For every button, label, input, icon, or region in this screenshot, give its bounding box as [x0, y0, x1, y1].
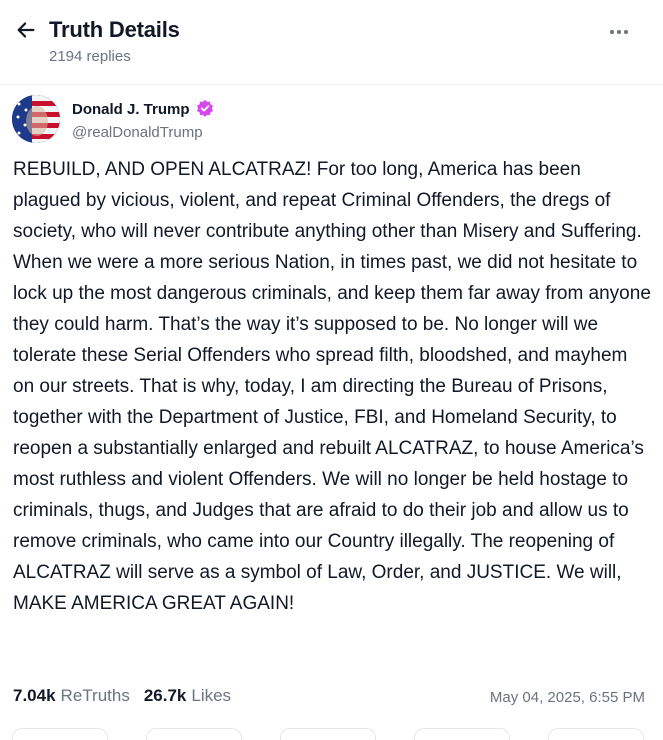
like-button[interactable] — [280, 728, 376, 740]
retruths-label[interactable]: ReTruths — [61, 686, 130, 706]
author-handle[interactable]: @realDonaldTrump — [72, 124, 203, 141]
reply-count: 2194 replies — [49, 48, 131, 65]
share-button[interactable] — [414, 728, 510, 740]
verified-badge-icon — [196, 99, 214, 117]
avatar[interactable] — [12, 95, 60, 143]
post-timestamp: May 04, 2025, 6:55 PM — [489, 689, 645, 706]
post-card: Donald J. Trump @realDonaldTrump REBUILD… — [0, 85, 663, 740]
post-text: REBUILD, AND OPEN ALCATRAZ! For too long… — [13, 159, 651, 614]
back-button[interactable] — [12, 16, 40, 44]
avatar-image — [12, 95, 60, 143]
more-actions-button[interactable] — [548, 728, 644, 740]
page-header: Truth Details 2194 replies — [0, 0, 663, 84]
likes-label[interactable]: Likes — [191, 686, 231, 706]
more-options-button[interactable] — [602, 22, 636, 42]
reply-button[interactable] — [12, 728, 108, 740]
retruth-button[interactable] — [146, 728, 242, 740]
engagement-stats: 7.04k ReTruths 26.7k Likes — [13, 686, 231, 706]
retruths-count[interactable]: 7.04k — [13, 686, 56, 706]
action-bar — [0, 728, 663, 740]
page-title: Truth Details — [49, 17, 180, 42]
more-horizontal-icon — [610, 30, 614, 34]
arrow-left-icon — [17, 22, 35, 38]
author-name[interactable]: Donald J. Trump — [72, 101, 190, 118]
likes-count[interactable]: 26.7k — [144, 686, 187, 706]
